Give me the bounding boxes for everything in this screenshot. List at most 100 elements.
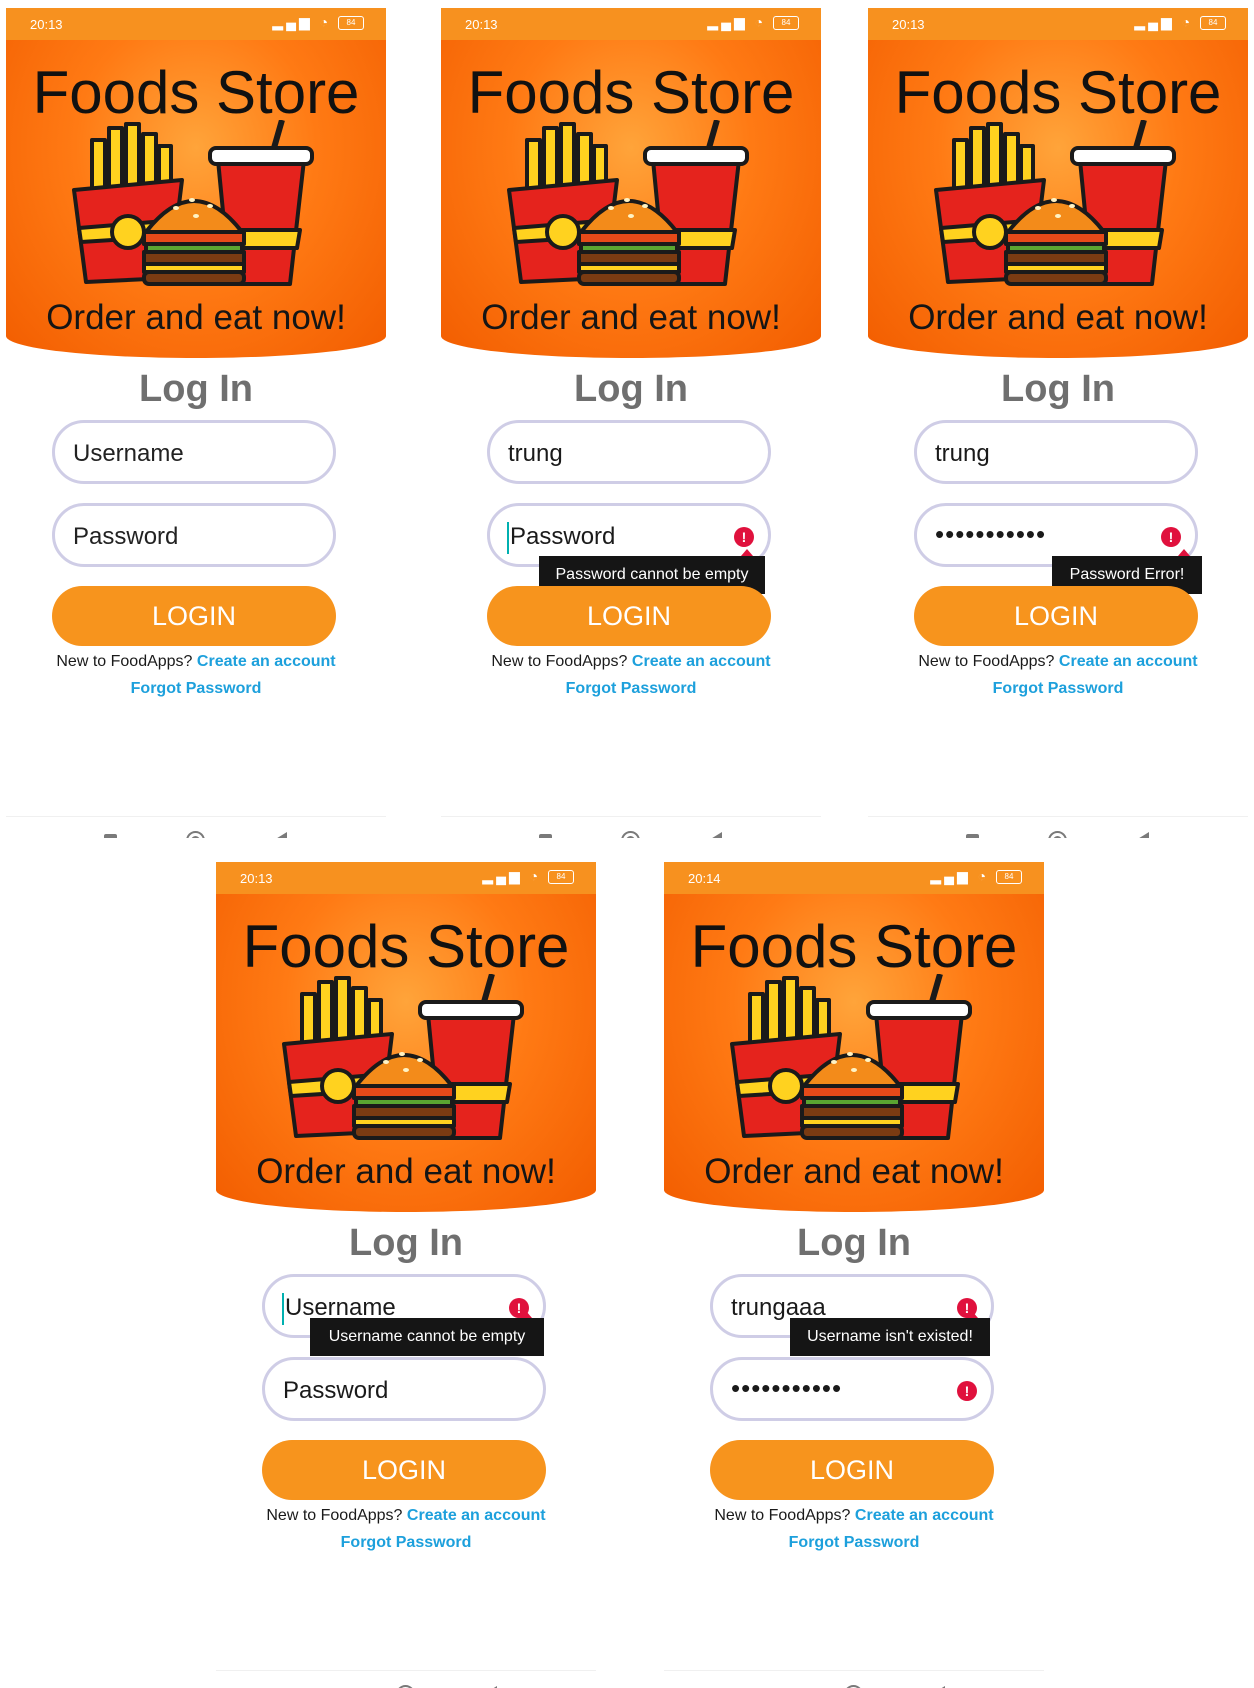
signup-line: New to FoodApps? Create an account <box>868 653 1248 671</box>
password-placeholder: Password <box>510 523 616 550</box>
battery-icon: 84 <box>996 870 1022 885</box>
battery-icon: 84 <box>338 16 364 31</box>
status-time: 20:13 <box>30 17 63 32</box>
hero-banner: 20:13 ▂▄▆ ◔ 84 Foods Store Order and eat… <box>868 8 1248 358</box>
error-tooltip: Username cannot be empty <box>310 1311 544 1356</box>
signup-prompt: New to FoodApps? <box>266 1507 403 1524</box>
screen-5: 20:14 ▂▄▆ ◔ 84 Foods Store Order and eat… <box>664 862 1044 1688</box>
fastfood-illustration <box>730 974 972 1140</box>
password-field[interactable]: Password <box>52 503 336 567</box>
status-bar: 20:13 ▂▄▆ ◔ 84 <box>216 862 596 894</box>
error-icon: ! <box>734 527 754 547</box>
status-bar: 20:13 ▂▄▆ ◔ 84 <box>441 8 821 40</box>
signal-icon: ▂▄▆ <box>1134 14 1175 30</box>
signup-prompt: New to FoodApps? <box>491 653 628 670</box>
app-title: Foods Store <box>690 913 1018 980</box>
tagline: Order and eat now! <box>46 298 346 337</box>
login-heading: Log In <box>574 368 688 410</box>
username-field[interactable]: trung <box>914 420 1198 484</box>
nav-bar <box>216 1670 596 1688</box>
login-heading: Log In <box>797 1222 911 1264</box>
home-icon[interactable] <box>186 831 205 838</box>
text-cursor <box>507 522 509 554</box>
forgot-password-link[interactable]: Forgot Password <box>868 680 1248 698</box>
app-title: Foods Store <box>32 59 360 126</box>
forgot-password-link[interactable]: Forgot Password <box>664 1534 1044 1552</box>
wifi-icon: ◔ <box>319 14 332 30</box>
app-title: Foods Store <box>242 913 570 980</box>
back-icon[interactable] <box>274 832 287 838</box>
recents-icon[interactable] <box>104 834 117 838</box>
username-value: trung <box>935 440 990 467</box>
create-account-link[interactable]: Create an account <box>855 1507 994 1524</box>
signal-icon: ▂▄▆ <box>272 14 313 30</box>
status-time: 20:13 <box>892 17 925 32</box>
forgot-password-link[interactable]: Forgot Password <box>216 1534 596 1552</box>
login-button[interactable]: LOGIN <box>262 1440 546 1500</box>
home-icon[interactable] <box>1048 831 1067 838</box>
login-button[interactable]: LOGIN <box>914 586 1198 646</box>
status-bar: 20:14 ▂▄▆ ◔ 84 <box>664 862 1044 894</box>
username-field[interactable]: Username <box>52 420 336 484</box>
username-field[interactable]: trung <box>487 420 771 484</box>
tagline: Order and eat now! <box>256 1152 556 1191</box>
wifi-icon: ◔ <box>529 868 542 884</box>
forgot-password-link[interactable]: Forgot Password <box>6 680 386 698</box>
hero-banner: 20:13 ▂▄▆ ◔ 84 Foods Store Order and eat… <box>216 862 596 1212</box>
tagline: Order and eat now! <box>481 298 781 337</box>
status-time: 20:14 <box>688 871 721 886</box>
battery-icon: 84 <box>773 16 799 31</box>
signup-line: New to FoodApps? Create an account <box>6 653 386 671</box>
password-masked-value: ••••••••••• <box>935 519 1047 549</box>
username-placeholder: Username <box>73 440 184 467</box>
status-time: 20:13 <box>465 17 498 32</box>
nav-bar <box>441 816 821 838</box>
login-heading: Log In <box>1001 368 1115 410</box>
nav-bar <box>6 816 386 838</box>
forgot-password-link[interactable]: Forgot Password <box>441 680 821 698</box>
screen-4: 20:13 ▂▄▆ ◔ 84 Foods Store Order and eat… <box>216 862 596 1688</box>
home-icon[interactable] <box>621 831 640 838</box>
status-icons: ▂▄▆ ◔ 84 <box>930 868 1022 885</box>
login-button[interactable]: LOGIN <box>52 586 336 646</box>
recents-icon[interactable] <box>539 834 552 838</box>
nav-bar <box>868 816 1248 838</box>
nav-bar <box>664 1670 1044 1688</box>
password-placeholder: Password <box>73 523 179 550</box>
password-placeholder: Password <box>283 1377 389 1404</box>
login-button[interactable]: LOGIN <box>710 1440 994 1500</box>
wifi-icon: ◔ <box>754 14 767 30</box>
text-cursor <box>282 1293 284 1325</box>
tagline: Order and eat now! <box>704 1152 1004 1191</box>
login-button[interactable]: LOGIN <box>487 586 771 646</box>
error-icon: ! <box>1161 527 1181 547</box>
screen-2: 20:13 ▂▄▆ ◔ 84 Foods Store Order and eat… <box>441 8 821 838</box>
hero-banner: 20:13 ▂▄▆ ◔ 84 Foods Store Order and eat… <box>6 8 386 358</box>
create-account-link[interactable]: Create an account <box>632 653 771 670</box>
signup-prompt: New to FoodApps? <box>918 653 1055 670</box>
recents-icon[interactable] <box>966 834 979 838</box>
fastfood-illustration <box>934 120 1176 286</box>
battery-icon: 84 <box>548 870 574 885</box>
back-icon[interactable] <box>709 832 722 838</box>
signup-line: New to FoodApps? Create an account <box>441 653 821 671</box>
tagline: Order and eat now! <box>908 298 1208 337</box>
hero-banner: 20:14 ▂▄▆ ◔ 84 Foods Store Order and eat… <box>664 862 1044 1212</box>
password-masked-value: ••••••••••• <box>731 1373 843 1403</box>
password-field[interactable]: Password <box>262 1357 546 1421</box>
create-account-link[interactable]: Create an account <box>197 653 336 670</box>
app-title: Foods Store <box>467 59 795 126</box>
app-title: Foods Store <box>894 59 1222 126</box>
status-icons: ▂▄▆ ◔ 84 <box>272 14 364 31</box>
signup-prompt: New to FoodApps? <box>56 653 193 670</box>
create-account-link[interactable]: Create an account <box>407 1507 546 1524</box>
back-icon[interactable] <box>1136 832 1149 838</box>
wifi-icon: ◔ <box>1181 14 1194 30</box>
status-time: 20:13 <box>240 871 273 886</box>
password-field[interactable]: ••••••••••• ! <box>710 1357 994 1421</box>
status-bar: 20:13 ▂▄▆ ◔ 84 <box>868 8 1248 40</box>
status-bar: 20:13 ▂▄▆ ◔ 84 <box>6 8 386 40</box>
fastfood-illustration <box>72 120 314 286</box>
create-account-link[interactable]: Create an account <box>1059 653 1198 670</box>
battery-icon: 84 <box>1200 16 1226 31</box>
